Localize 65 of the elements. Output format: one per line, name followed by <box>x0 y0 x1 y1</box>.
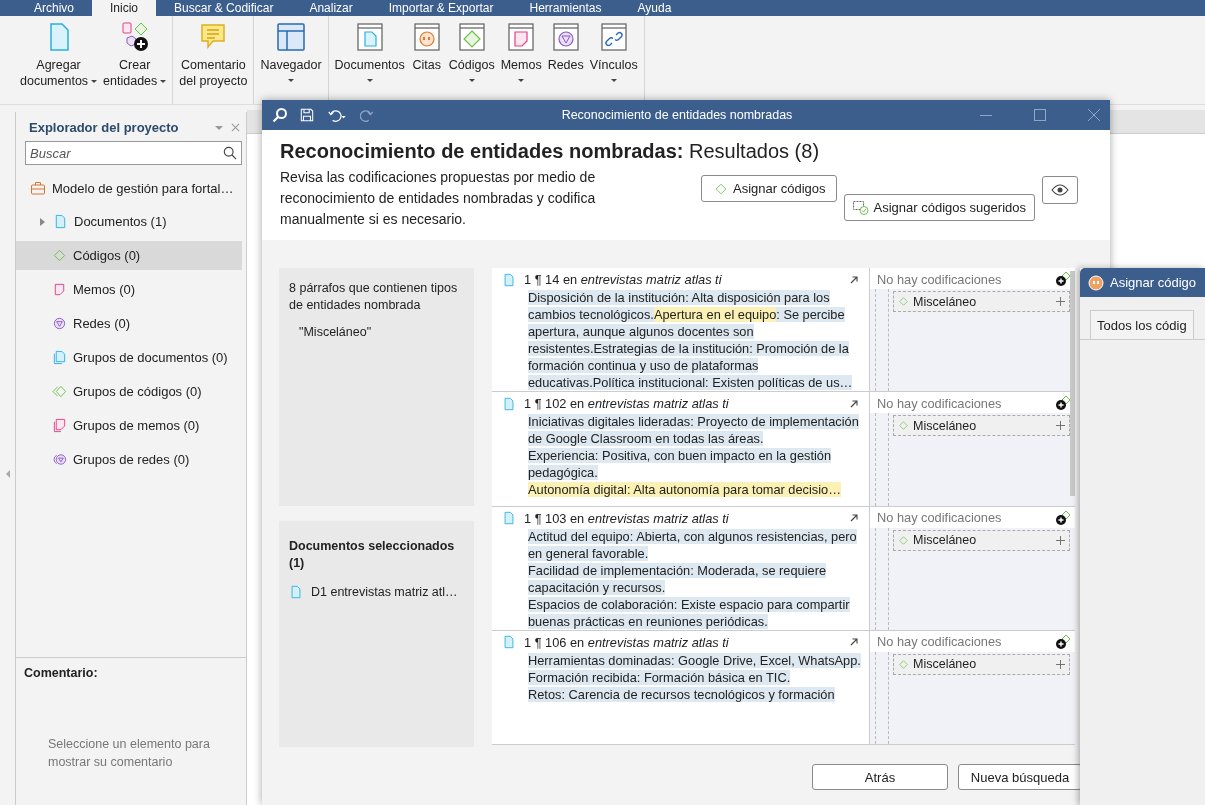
menu-tab[interactable]: Analizar <box>291 0 371 16</box>
window-title: Reconocimiento de entidades nombradas <box>560 108 794 122</box>
quote-paragraph: Iniciativas digitales lideradas: Proyecto de implementación de Google Classroom en todas las áreas. <box>528 413 860 447</box>
dialog-heading: Reconocimiento de entidades nombradas: Resultados (8) <box>280 140 821 163</box>
tree-item[interactable]: Grupos de documentos (0) <box>16 343 242 372</box>
ribbon-button[interactable]: Documentos <box>332 19 407 84</box>
quote-paragraph: Experiencia: Positiva, con buen impacto en la gestión pedagógica. <box>528 447 833 481</box>
ribbon-button[interactable]: Agregar documentos <box>18 19 100 91</box>
entity-type: "Misceláneo" <box>299 324 373 341</box>
comment-hint: Seleccione un elemento para mostrar su comentario <box>47 736 211 771</box>
suggested-code[interactable]: Misceláneo <box>893 653 1070 675</box>
menu-tab[interactable]: Buscar & Codificar <box>156 0 292 16</box>
quote-reference: 1 ¶ 106 en entrevistas matriz atlas ti <box>524 634 730 650</box>
quote-paragraph: Espacios de colaboración: Existe espacio para compartir buenas prácticas en reuniones periódicas. <box>528 595 851 630</box>
quote-reference: 1 ¶ 103 en entrevistas matriz atlas ti <box>524 510 730 526</box>
quote-paragraph: Actitud del equipo: Abierta, con algunos resistencias, pero en general favorable. <box>528 527 858 562</box>
tree-item[interactable]: Grupos de redes (0) <box>16 445 242 474</box>
menu-tab[interactable]: Herramientas <box>511 0 620 16</box>
tree-item[interactable]: Redes (0) <box>16 309 242 338</box>
coding-status: No hay codificaciones <box>877 510 1003 525</box>
ribbon-button[interactable]: Crear entidades <box>101 19 169 91</box>
quote-paragraph: Disposición de la institución: Alta disposición para los cambios tecnológicos.Apertura en el equipo: Se percibe apertura, aunque algunos docentes son resistentes.Estrategias de la institución: Promoción de la formación continua y uso de plataformas educativas.Política institucional: Existen políticas de us… <box>528 289 854 391</box>
window-title: Asignar código <box>1110 275 1196 290</box>
new-search-button[interactable]: Nueva búsqueda <box>958 764 1082 790</box>
coding-status: No hay codificaciones <box>877 271 1003 287</box>
ribbon-button[interactable]: Memos <box>498 19 544 84</box>
ribbon-button[interactable]: Comentario del proyecto <box>177 19 250 91</box>
quote-paragraph: Formación recibida: Formación básica en TIC. <box>528 668 792 686</box>
assign-suggested-codes-button[interactable]: Asignar códigos sugeridos <box>843 194 1035 221</box>
quote-reference: 1 ¶ 14 en entrevistas matriz atlas ti <box>524 272 723 287</box>
ribbon-button[interactable]: Citas <box>408 19 445 75</box>
quote-paragraph: Autonomía digital: Alta autonomía para tomar decisio… <box>528 481 842 498</box>
tree-item[interactable]: Grupos de códigos (0) <box>16 377 242 406</box>
suggested-code[interactable]: Misceláneo <box>893 415 1070 436</box>
tree-item[interactable]: Códigos (0) <box>16 241 242 270</box>
dialog-description: Revisa las codificaciones propuestas por medio de reconocimiento de entidades nombradas y codifica manualmente si es necesario. <box>280 168 597 229</box>
coding-status: No hay codificaciones <box>877 634 1003 649</box>
assign-codes-button[interactable]: Asignar códigos <box>701 175 837 202</box>
quote-paragraph: Retos: Carencia de recursos tecnológicos y formación <box>528 685 836 703</box>
selected-documents-title: Documentos seleccionados (1) <box>289 538 456 573</box>
quote-reference: 1 ¶ 102 en entrevistas matriz atlas ti <box>524 396 730 411</box>
back-button[interactable]: Atrás <box>812 764 948 790</box>
comment-title: Comentario: <box>24 666 99 680</box>
quote-paragraph: Facilidad de implementación: Moderada, se requiere capacitación y recursos. <box>528 561 828 596</box>
tree-item[interactable]: Documentos (1) <box>16 207 242 236</box>
ribbon-button[interactable]: Vínculos <box>587 19 640 84</box>
summary-text: 8 párrafos que contienen tipos de entidades nombrada <box>289 281 458 312</box>
panel-title: Explorador del proyecto <box>29 120 180 135</box>
project-item[interactable]: Modelo de gestión para fortal… <box>16 165 246 207</box>
ribbon-button[interactable]: Redes <box>545 19 586 75</box>
ribbon-button[interactable]: Códigos <box>446 19 497 84</box>
menu-tab[interactable]: Archivo <box>16 0 92 16</box>
quote-paragraph: Herramientas dominadas: Google Drive, Excel, WhatsApp. <box>528 651 862 669</box>
coding-status: No hay codificaciones <box>877 395 1003 411</box>
suggested-code[interactable]: Misceláneo <box>893 529 1070 551</box>
menu-tab[interactable]: Ayuda <box>619 0 690 16</box>
document-name: D1 entrevistas matriz atl… <box>311 585 458 600</box>
suggested-code[interactable]: Misceláneo <box>893 291 1070 312</box>
tree-item[interactable]: Memos (0) <box>16 275 242 304</box>
ribbon-button[interactable]: Navegador <box>258 19 324 84</box>
code-tab[interactable]: Todos los códig <box>1090 310 1194 339</box>
tree-item[interactable]: Grupos de memos (0) <box>16 411 242 440</box>
menu-tab[interactable]: Importar & Exportar <box>370 0 512 16</box>
search-field[interactable]: Buscar <box>25 141 242 165</box>
menu-tab[interactable]: Inicio <box>92 0 157 16</box>
